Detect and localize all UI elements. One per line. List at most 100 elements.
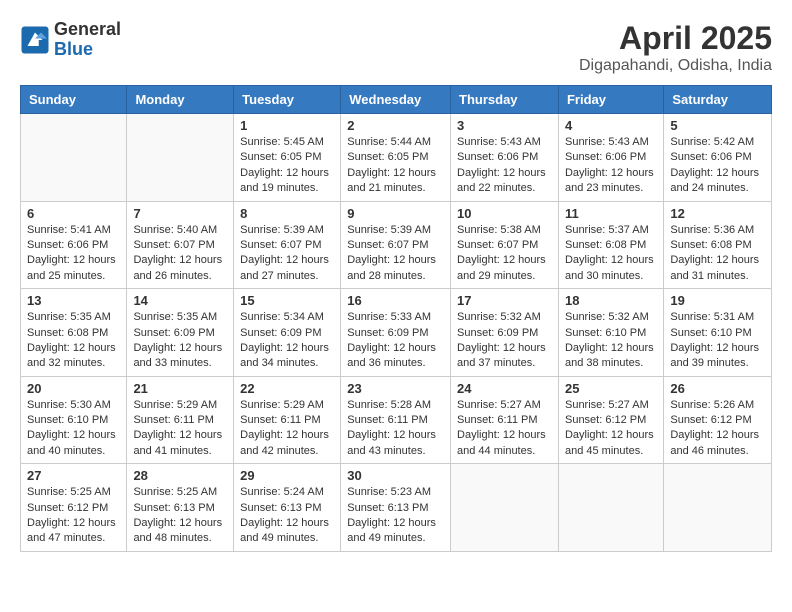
month-title: April 2025 xyxy=(579,20,772,57)
week-row-2: 6 Sunrise: 5:41 AM Sunset: 6:06 PM Daylig… xyxy=(21,201,772,289)
calendar-cell: 21 Sunrise: 5:29 AM Sunset: 6:11 PM Dayli… xyxy=(127,376,234,464)
day-info: Sunrise: 5:38 AM Sunset: 6:07 PM Dayligh… xyxy=(457,223,552,285)
day-number: 11 xyxy=(565,206,657,221)
day-info: Sunrise: 5:29 AM Sunset: 6:11 PM Dayligh… xyxy=(240,398,334,460)
calendar-cell: 9 Sunrise: 5:39 AM Sunset: 6:07 PM Daylig… xyxy=(341,201,451,289)
day-number: 7 xyxy=(133,206,227,221)
week-row-4: 20Sunrise: 5:30 AM Sunset: 6:10 PM Dayli… xyxy=(21,376,772,464)
day-number: 21 xyxy=(133,381,227,396)
calendar-cell: 1Sunrise: 5:45 AM Sunset: 6:05 PM Daylig… xyxy=(234,114,341,202)
day-info: Sunrise: 5:43 AM Sunset: 6:06 PM Dayligh… xyxy=(565,135,657,197)
calendar-table: SundayMondayTuesdayWednesdayThursdayFrid… xyxy=(20,85,772,552)
calendar-cell: 14 Sunrise: 5:35 AM Sunset: 6:09 PM Dayli… xyxy=(127,289,234,377)
day-number: 23 xyxy=(347,381,444,396)
calendar-cell: 10 Sunrise: 5:38 AM Sunset: 6:07 PM Dayli… xyxy=(451,201,559,289)
day-number: 24 xyxy=(457,381,552,396)
logo-blue-text: Blue xyxy=(54,40,121,60)
day-number: 6 xyxy=(27,206,120,221)
location: Digapahandi, Odisha, India xyxy=(579,57,772,75)
calendar-cell xyxy=(558,464,663,552)
logo-text: General Blue xyxy=(54,20,121,60)
week-row-1: 1Sunrise: 5:45 AM Sunset: 6:05 PM Daylig… xyxy=(21,114,772,202)
day-number: 9 xyxy=(347,206,444,221)
logo: General Blue xyxy=(20,20,121,60)
calendar-cell: 30Sunrise: 5:23 AM Sunset: 6:13 PM Dayli… xyxy=(341,464,451,552)
calendar-cell: 29 Sunrise: 5:24 AM Sunset: 6:13 PM Dayli… xyxy=(234,464,341,552)
calendar-cell: 26 Sunrise: 5:26 AM Sunset: 6:12 PM Dayli… xyxy=(664,376,772,464)
calendar-cell xyxy=(664,464,772,552)
day-number: 29 xyxy=(240,468,334,483)
calendar-cell: 18 Sunrise: 5:32 AM Sunset: 6:10 PM Dayli… xyxy=(558,289,663,377)
calendar-cell: 2 Sunrise: 5:44 AM Sunset: 6:05 PM Daylig… xyxy=(341,114,451,202)
calendar-cell: 5 Sunrise: 5:42 AM Sunset: 6:06 PM Daylig… xyxy=(664,114,772,202)
day-info: Sunrise: 5:25 AM Sunset: 6:12 PM Dayligh… xyxy=(27,485,120,547)
day-info: Sunrise: 5:31 AM Sunset: 6:10 PM Dayligh… xyxy=(670,310,765,372)
day-info: Sunrise: 5:42 AM Sunset: 6:06 PM Dayligh… xyxy=(670,135,765,197)
weekday-header-row: SundayMondayTuesdayWednesdayThursdayFrid… xyxy=(21,86,772,114)
calendar-cell: 25Sunrise: 5:27 AM Sunset: 6:12 PM Dayli… xyxy=(558,376,663,464)
day-number: 4 xyxy=(565,118,657,133)
calendar-cell: 27 Sunrise: 5:25 AM Sunset: 6:12 PM Dayli… xyxy=(21,464,127,552)
day-info: Sunrise: 5:24 AM Sunset: 6:13 PM Dayligh… xyxy=(240,485,334,547)
calendar-cell: 20Sunrise: 5:30 AM Sunset: 6:10 PM Dayli… xyxy=(21,376,127,464)
day-info: Sunrise: 5:26 AM Sunset: 6:12 PM Dayligh… xyxy=(670,398,765,460)
day-number: 14 xyxy=(133,293,227,308)
calendar-cell: 24 Sunrise: 5:27 AM Sunset: 6:11 PM Dayli… xyxy=(451,376,559,464)
day-number: 18 xyxy=(565,293,657,308)
calendar-cell xyxy=(21,114,127,202)
day-info: Sunrise: 5:43 AM Sunset: 6:06 PM Dayligh… xyxy=(457,135,552,197)
calendar-cell: 12 Sunrise: 5:36 AM Sunset: 6:08 PM Dayli… xyxy=(664,201,772,289)
day-info: Sunrise: 5:35 AM Sunset: 6:08 PM Dayligh… xyxy=(27,310,120,372)
day-number: 17 xyxy=(457,293,552,308)
day-info: Sunrise: 5:41 AM Sunset: 6:06 PM Dayligh… xyxy=(27,223,120,285)
calendar-cell: 7 Sunrise: 5:40 AM Sunset: 6:07 PM Daylig… xyxy=(127,201,234,289)
day-number: 27 xyxy=(27,468,120,483)
day-number: 8 xyxy=(240,206,334,221)
day-info: Sunrise: 5:35 AM Sunset: 6:09 PM Dayligh… xyxy=(133,310,227,372)
day-number: 12 xyxy=(670,206,765,221)
calendar-cell: 6 Sunrise: 5:41 AM Sunset: 6:06 PM Daylig… xyxy=(21,201,127,289)
day-number: 16 xyxy=(347,293,444,308)
day-info: Sunrise: 5:30 AM Sunset: 6:10 PM Dayligh… xyxy=(27,398,120,460)
calendar-cell: 8 Sunrise: 5:39 AM Sunset: 6:07 PM Daylig… xyxy=(234,201,341,289)
weekday-header-tuesday: Tuesday xyxy=(234,86,341,114)
day-number: 25 xyxy=(565,381,657,396)
calendar-cell: 17 Sunrise: 5:32 AM Sunset: 6:09 PM Dayli… xyxy=(451,289,559,377)
day-info: Sunrise: 5:40 AM Sunset: 6:07 PM Dayligh… xyxy=(133,223,227,285)
calendar-cell: 28Sunrise: 5:25 AM Sunset: 6:13 PM Dayli… xyxy=(127,464,234,552)
calendar-cell: 11 Sunrise: 5:37 AM Sunset: 6:08 PM Dayli… xyxy=(558,201,663,289)
calendar-cell: 22 Sunrise: 5:29 AM Sunset: 6:11 PM Dayli… xyxy=(234,376,341,464)
day-info: Sunrise: 5:44 AM Sunset: 6:05 PM Dayligh… xyxy=(347,135,444,197)
day-info: Sunrise: 5:32 AM Sunset: 6:10 PM Dayligh… xyxy=(565,310,657,372)
weekday-header-sunday: Sunday xyxy=(21,86,127,114)
day-info: Sunrise: 5:36 AM Sunset: 6:08 PM Dayligh… xyxy=(670,223,765,285)
day-info: Sunrise: 5:39 AM Sunset: 6:07 PM Dayligh… xyxy=(240,223,334,285)
day-number: 1 xyxy=(240,118,334,133)
calendar-cell: 19 Sunrise: 5:31 AM Sunset: 6:10 PM Dayli… xyxy=(664,289,772,377)
calendar-cell: 3 Sunrise: 5:43 AM Sunset: 6:06 PM Daylig… xyxy=(451,114,559,202)
day-number: 5 xyxy=(670,118,765,133)
calendar-cell: 16Sunrise: 5:33 AM Sunset: 6:09 PM Dayli… xyxy=(341,289,451,377)
title-section: April 2025 Digapahandi, Odisha, India xyxy=(579,20,772,75)
day-number: 3 xyxy=(457,118,552,133)
day-number: 10 xyxy=(457,206,552,221)
weekday-header-saturday: Saturday xyxy=(664,86,772,114)
day-info: Sunrise: 5:37 AM Sunset: 6:08 PM Dayligh… xyxy=(565,223,657,285)
calendar-cell xyxy=(451,464,559,552)
day-info: Sunrise: 5:39 AM Sunset: 6:07 PM Dayligh… xyxy=(347,223,444,285)
day-number: 2 xyxy=(347,118,444,133)
calendar-cell: 13Sunrise: 5:35 AM Sunset: 6:08 PM Dayli… xyxy=(21,289,127,377)
day-number: 22 xyxy=(240,381,334,396)
day-number: 19 xyxy=(670,293,765,308)
day-info: Sunrise: 5:27 AM Sunset: 6:11 PM Dayligh… xyxy=(457,398,552,460)
weekday-header-thursday: Thursday xyxy=(451,86,559,114)
logo-icon xyxy=(20,25,50,55)
day-info: Sunrise: 5:25 AM Sunset: 6:13 PM Dayligh… xyxy=(133,485,227,547)
day-number: 26 xyxy=(670,381,765,396)
calendar-cell xyxy=(127,114,234,202)
weekday-header-wednesday: Wednesday xyxy=(341,86,451,114)
week-row-3: 13Sunrise: 5:35 AM Sunset: 6:08 PM Dayli… xyxy=(21,289,772,377)
day-info: Sunrise: 5:29 AM Sunset: 6:11 PM Dayligh… xyxy=(133,398,227,460)
day-info: Sunrise: 5:32 AM Sunset: 6:09 PM Dayligh… xyxy=(457,310,552,372)
week-row-5: 27 Sunrise: 5:25 AM Sunset: 6:12 PM Dayli… xyxy=(21,464,772,552)
